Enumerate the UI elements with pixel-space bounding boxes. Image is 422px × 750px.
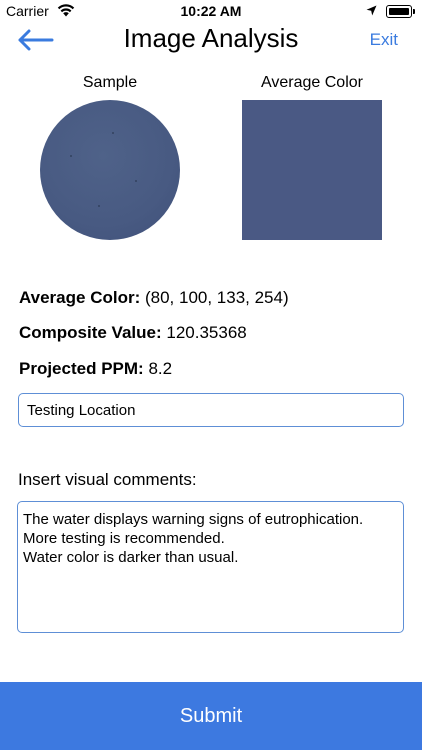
comment-line: More testing is recommended. bbox=[23, 530, 225, 547]
composite-value-title: Composite Value: bbox=[19, 323, 162, 342]
projected-ppm-title: Projected PPM: bbox=[19, 359, 144, 378]
composite-value: 120.35368 bbox=[166, 323, 247, 342]
location-input[interactable] bbox=[18, 393, 404, 427]
battery-icon bbox=[386, 5, 412, 18]
comments-textarea[interactable]: The water displays warning signs of eutr… bbox=[17, 501, 404, 633]
battery-cap bbox=[413, 9, 415, 14]
page-title: Image Analysis bbox=[123, 23, 299, 53]
sample-image bbox=[40, 100, 180, 240]
projected-ppm-row: Projected PPM: 8.2 bbox=[19, 359, 172, 379]
comment-line: Water color is darker than usual. bbox=[23, 549, 239, 566]
average-color-label: Average Color bbox=[261, 74, 363, 91]
average-color-swatch bbox=[242, 100, 382, 240]
average-color-value: (80, 100, 133, 254) bbox=[144, 288, 289, 307]
location-arrow-icon bbox=[366, 5, 377, 16]
average-color-title: Average Color: bbox=[19, 288, 141, 307]
projected-ppm-value: 8.2 bbox=[148, 359, 173, 378]
status-bar: Carrier 10:22 AM bbox=[0, 0, 422, 24]
comment-line: The water displays warning signs of eutr… bbox=[23, 511, 364, 528]
exit-button[interactable]: Exit bbox=[370, 30, 398, 50]
sample-label: Sample bbox=[82, 74, 138, 91]
comments-label: Insert visual comments: bbox=[18, 470, 197, 489]
composite-value-row: Composite Value: 120.35368 bbox=[19, 323, 247, 343]
submit-button[interactable]: Submit bbox=[0, 682, 422, 750]
status-time: 10:22 AM bbox=[180, 3, 242, 19]
average-color-row: Average Color: (80, 100, 133, 254) bbox=[19, 288, 289, 308]
